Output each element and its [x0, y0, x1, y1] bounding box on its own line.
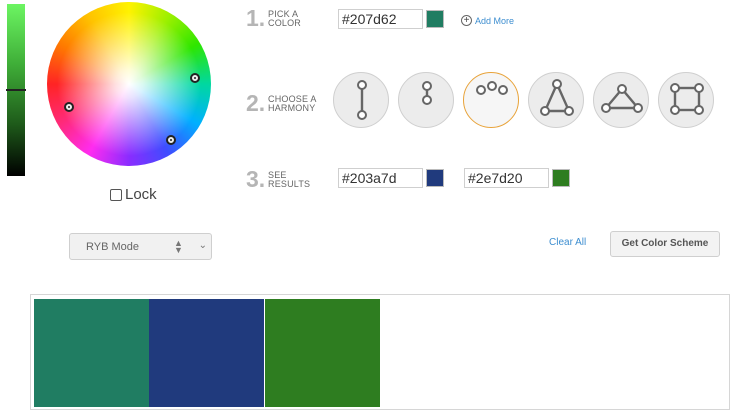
palette-swatch[interactable] — [34, 299, 149, 407]
get-color-scheme-button[interactable]: Get Color Scheme — [610, 231, 720, 257]
result-color-input-1[interactable]: #203a7d — [338, 168, 423, 188]
mode-select-value: RYB Mode — [86, 240, 139, 253]
step-label: PICK A COLOR — [268, 8, 302, 28]
result-color-input-2[interactable]: #2e7d20 — [464, 168, 549, 188]
lock-label: Lock — [125, 186, 157, 203]
wide-triangle-icon — [601, 84, 643, 113]
sort-arrows-icon: ▲ ▼ — [174, 238, 183, 255]
harmony-triad[interactable] — [528, 72, 584, 128]
palette-swatch[interactable] — [149, 299, 264, 407]
harmony-triad-wide[interactable] — [593, 72, 649, 128]
wheel-handle-result-2[interactable] — [64, 102, 74, 112]
wheel-handle-result-1[interactable] — [166, 135, 176, 145]
add-more-link[interactable]: + Add More — [461, 15, 514, 26]
color-palette — [30, 294, 730, 410]
wheel-handle-base[interactable] — [190, 73, 200, 83]
short-line-two-dots-icon — [422, 81, 432, 105]
palette-swatch[interactable] — [265, 299, 380, 407]
square-icon — [670, 83, 704, 115]
step-number: 3. — [246, 166, 266, 192]
lock-control[interactable]: Lock — [110, 186, 157, 203]
result-color-swatch-1[interactable] — [426, 169, 444, 187]
brightness-slider[interactable] — [6, 4, 26, 176]
lock-checkbox[interactable] — [110, 188, 122, 201]
step-label: SEE RESULTS — [268, 169, 311, 189]
harmony-complementary[interactable] — [333, 72, 389, 128]
harmony-analogous[interactable] — [463, 72, 519, 128]
brightness-handle[interactable] — [6, 89, 26, 91]
harmony-split[interactable] — [398, 72, 454, 128]
line-two-dots-icon — [357, 80, 367, 120]
three-dots-arc-icon — [476, 81, 508, 95]
step-see-results: 3. SEE RESULTS — [246, 166, 310, 193]
chevron-down-icon: ⌄ — [198, 240, 207, 251]
plus-icon: + — [461, 15, 472, 26]
harmony-tetrad[interactable] — [658, 72, 714, 128]
clear-all-link[interactable]: Clear All — [549, 237, 586, 248]
step-label: CHOOSE A HARMONY — [268, 93, 317, 113]
step-number: 1. — [246, 5, 266, 31]
color-wheel-gradient[interactable] — [47, 2, 211, 166]
add-more-label: Add More — [475, 15, 515, 26]
mode-select[interactable]: RYB Mode ▲ ▼ ⌄ — [69, 233, 212, 260]
step-choose-harmony: 2. CHOOSE A HARMONY — [246, 90, 317, 117]
base-color-input[interactable]: #207d62 — [338, 9, 423, 29]
result-color-swatch-2[interactable] — [552, 169, 570, 187]
step-pick-color: 1. PICK A COLOR — [246, 5, 301, 32]
step-number: 2. — [246, 90, 266, 116]
base-color-swatch[interactable] — [426, 10, 444, 28]
color-wheel[interactable] — [47, 2, 211, 166]
triangle-icon — [540, 79, 574, 116]
